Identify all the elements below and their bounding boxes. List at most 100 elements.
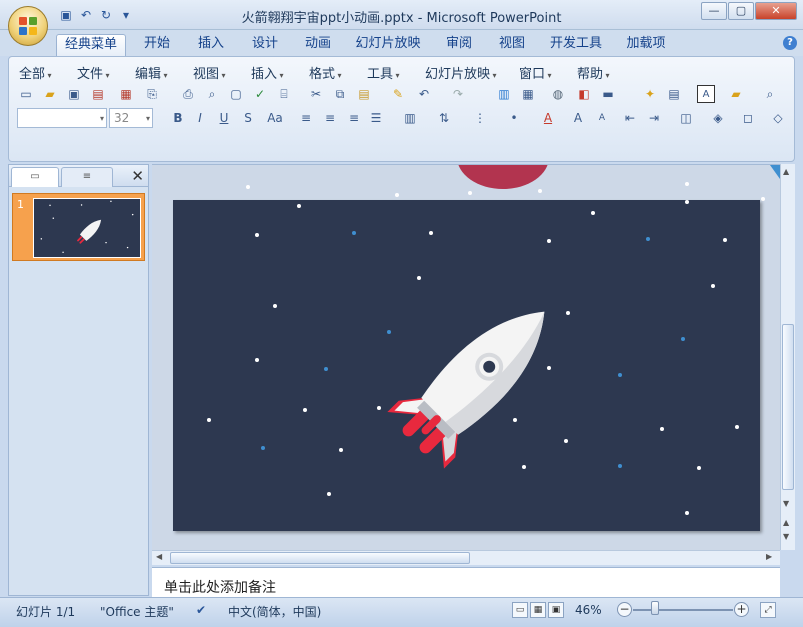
decrease-indent-icon[interactable]: ⇤ <box>621 109 639 127</box>
tab-developer[interactable]: 开发工具 <box>549 34 603 56</box>
tab-design[interactable]: 设计 <box>248 34 282 56</box>
tab-home[interactable]: 开始 <box>140 34 174 56</box>
next-slide-icon[interactable]: ▼ <box>783 532 789 541</box>
arrange-icon[interactable]: ◫ <box>677 109 695 127</box>
shape-outline-icon[interactable]: ◇ <box>769 109 787 127</box>
fill-icon[interactable]: ▬ <box>599 85 617 103</box>
tab-animations[interactable]: 动画 <box>301 34 335 56</box>
strikethrough-icon[interactable]: S <box>239 109 257 127</box>
minimize-button[interactable]: — <box>701 2 727 20</box>
menu-view[interactable]: 视图 <box>193 63 226 82</box>
horizontal-scroll-thumb[interactable] <box>170 552 470 564</box>
justify-icon[interactable]: ☰ <box>367 109 385 127</box>
menu-slideshow[interactable]: 幻灯片放映 <box>425 63 497 82</box>
font-color-icon[interactable]: A <box>539 109 557 127</box>
close-icon[interactable]: ✕ <box>131 167 144 185</box>
grow-font-icon[interactable]: A <box>569 109 587 127</box>
cut-icon[interactable]: ✂ <box>307 85 325 103</box>
new-icon[interactable]: ▭ <box>17 85 35 103</box>
increase-indent-icon[interactable]: ⇥ <box>645 109 663 127</box>
save-icon[interactable]: ▣ <box>65 85 83 103</box>
slide-canvas[interactable] <box>173 200 760 531</box>
slide-editor[interactable] <box>152 164 780 550</box>
zoom-slider[interactable] <box>633 609 733 611</box>
scroll-right-icon[interactable]: ▶ <box>766 552 772 561</box>
permission-icon[interactable]: ▤ <box>89 85 107 103</box>
shapes-icon[interactable]: ◈ <box>709 109 727 127</box>
columns-icon[interactable]: ▥ <box>401 109 419 127</box>
menu-edit[interactable]: 编辑 <box>135 63 168 82</box>
maximize-button[interactable]: ▢ <box>728 2 754 20</box>
redo-icon[interactable]: ↷ <box>449 85 467 103</box>
scroll-left-icon[interactable]: ◀ <box>156 552 162 561</box>
vertical-scroll-thumb[interactable] <box>782 324 794 490</box>
tab-slideshow[interactable]: 幻灯片放映 <box>355 34 421 56</box>
publish-icon[interactable]: ▦ <box>117 85 135 103</box>
spelling-icon[interactable]: ✓ <box>251 85 269 103</box>
normal-view-icon[interactable]: ▭ <box>512 602 528 618</box>
attach-icon[interactable]: ⎘ <box>143 85 161 103</box>
scroll-up-icon[interactable]: ▲ <box>783 167 789 176</box>
previous-slide-icon[interactable]: ▲ <box>783 518 789 527</box>
research-icon[interactable]: ⌸ <box>275 85 293 103</box>
align-center-icon[interactable]: ≡ <box>321 109 339 127</box>
tab-classic-menu[interactable]: 经典菜单 <box>56 34 126 56</box>
new-slide-icon[interactable]: ✦ <box>641 85 659 103</box>
menu-all[interactable]: 全部 <box>19 63 52 82</box>
language-indicator[interactable]: 中文(简体，中国) <box>228 603 321 620</box>
zoom-level[interactable]: 46% <box>575 603 602 617</box>
zoom-icon[interactable]: ⌕ <box>761 85 779 103</box>
menu-help[interactable]: 帮助 <box>577 63 610 82</box>
menu-insert[interactable]: 插入 <box>251 63 284 82</box>
menu-tools[interactable]: 工具 <box>367 63 400 82</box>
vertical-scrollbar[interactable]: ▲ ▼ ▲ ▼ <box>780 164 795 550</box>
textbox-icon[interactable]: A <box>697 85 715 103</box>
tab-review[interactable]: 审阅 <box>442 34 476 56</box>
italic-icon[interactable]: I <box>191 109 209 127</box>
spell-check-icon[interactable]: ✔ <box>196 603 206 617</box>
underline-icon[interactable]: U <box>215 109 233 127</box>
numbering-icon[interactable]: ⋮ <box>471 109 489 127</box>
layout-icon[interactable]: ▤ <box>665 85 683 103</box>
font-name-combo[interactable]: ▾ <box>17 108 107 128</box>
fit-to-window-icon[interactable]: ⤢ <box>760 602 776 618</box>
open-icon[interactable]: ▰ <box>41 85 59 103</box>
chart-icon[interactable]: ▥ <box>495 85 513 103</box>
scroll-down-icon[interactable]: ▼ <box>783 499 789 508</box>
office-button[interactable] <box>8 6 48 46</box>
zoom-out-icon[interactable]: − <box>617 602 632 617</box>
color-grayscale-icon[interactable]: ◧ <box>575 85 593 103</box>
change-case-icon[interactable]: Aa <box>263 109 287 127</box>
copy-icon[interactable]: ⧉ <box>331 85 349 103</box>
frame-icon[interactable]: ▢ <box>227 85 245 103</box>
menu-format[interactable]: 格式 <box>309 63 342 82</box>
table-icon[interactable]: ▦ <box>519 85 537 103</box>
menu-window[interactable]: 窗口 <box>519 63 552 82</box>
bullets-icon[interactable]: • <box>505 109 523 127</box>
align-left-icon[interactable]: ≡ <box>297 109 315 127</box>
tab-addins[interactable]: 加载项 <box>625 34 667 56</box>
close-button[interactable]: ✕ <box>755 2 797 20</box>
globe-icon[interactable]: ◍ <box>549 85 567 103</box>
tab-insert[interactable]: 插入 <box>194 34 228 56</box>
bold-icon[interactable]: B <box>169 109 187 127</box>
folder-icon[interactable]: ▰ <box>727 85 745 103</box>
print-preview-icon[interactable]: ⌕ <box>203 85 221 103</box>
notes-pane[interactable]: 单击此处添加备注 <box>152 567 780 597</box>
undo-icon[interactable]: ↶ <box>415 85 433 103</box>
menu-file[interactable]: 文件 <box>77 63 110 82</box>
tab-view[interactable]: 视图 <box>495 34 529 56</box>
print-icon[interactable]: ⎙ <box>179 85 197 103</box>
text-direction-icon[interactable]: ⇅ <box>435 109 453 127</box>
format-painter-icon[interactable]: ✎ <box>389 85 407 103</box>
tab-outline[interactable]: ≡ <box>61 167 113 187</box>
shape-fill-icon[interactable]: ◻ <box>739 109 757 127</box>
font-size-combo[interactable]: 32 ▾ <box>109 108 153 128</box>
zoom-in-icon[interactable]: + <box>734 602 749 617</box>
slideshow-view-icon[interactable]: ▣ <box>548 602 564 618</box>
horizontal-scrollbar[interactable]: ◀ ▶ <box>152 550 780 565</box>
zoom-slider-handle[interactable] <box>651 601 659 615</box>
slide-thumbnail[interactable]: 1 <box>12 193 145 261</box>
help-icon[interactable]: ? <box>783 36 797 50</box>
slide-sorter-icon[interactable]: ▦ <box>530 602 546 618</box>
